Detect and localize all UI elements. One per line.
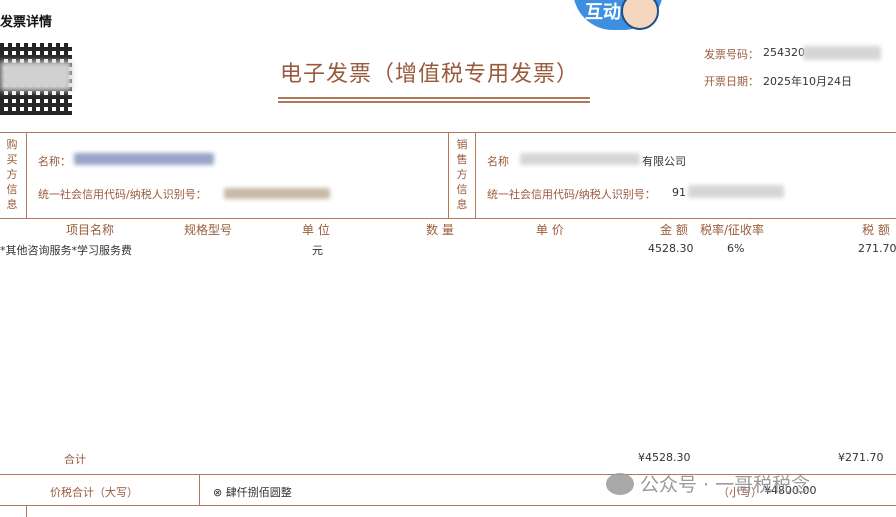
invoice-date-label: 开票日期： <box>704 75 759 88</box>
invoice-number-label: 发票号码： <box>704 48 759 61</box>
avatar-icon <box>621 0 659 30</box>
row-item-name: *其他咨询服务*学习服务费 <box>0 244 132 257</box>
col-unit: 单 位 <box>302 223 330 237</box>
promo-badge[interactable]: 互动 <box>573 0 663 30</box>
col-rate: 税率/征收率 <box>700 223 765 237</box>
total-amount: ¥4528.30 <box>638 451 691 464</box>
buyer-name-redaction <box>74 153 214 165</box>
invoice-number-redaction <box>803 46 881 60</box>
row-tax: 271.70 <box>858 242 896 255</box>
seller-tax-redaction <box>688 185 784 198</box>
col-qty: 数 量 <box>426 223 454 237</box>
grand-total-label: 价税合计（大写） <box>50 486 138 499</box>
page-title: 发票详情 <box>0 15 53 30</box>
seller-side-label: 销售方信息 <box>456 138 468 211</box>
row-rate: 6% <box>727 242 745 255</box>
invoice-date-value: 2025年10月24日 <box>763 75 852 88</box>
buyer-name-label: 名称： <box>38 155 71 168</box>
col-price: 单 价 <box>536 223 564 237</box>
total-tax: ¥271.70 <box>838 451 884 464</box>
seller-tax-label: 统一社会信用代码/纳税人识别号： <box>487 188 656 201</box>
badge-text: 互动 <box>585 2 621 23</box>
watermark: 公众号 · 一哥税税念 <box>606 470 810 497</box>
row-amount: 4528.30 <box>648 242 694 255</box>
buyer-tax-redaction <box>224 188 330 199</box>
total-label: 合计 <box>64 453 86 466</box>
buyer-side-label: 购买方信息 <box>6 138 18 211</box>
grand-total-upper-value: 肆仟捌佰圆整 <box>225 486 292 499</box>
circle-x-icon: ⊗ <box>213 486 223 499</box>
col-amount: 金 额 <box>660 223 688 237</box>
row-unit: 元 <box>312 244 323 257</box>
seller-tax-prefix: 91 <box>672 186 686 199</box>
wechat-icon <box>606 472 634 495</box>
col-item-name: 项目名称 <box>66 223 115 237</box>
seller-name-suffix: 有限公司 <box>642 155 686 168</box>
invoice-title: 电子发票（增值税专用发票） <box>280 62 580 87</box>
col-spec: 规格型号 <box>184 223 233 237</box>
watermark-text: 公众号 · 一哥税税念 <box>640 474 811 496</box>
seller-name-redaction <box>520 153 640 165</box>
invoice-number-value: 254320 <box>763 46 805 59</box>
seller-name-label: 名称 <box>487 155 509 168</box>
col-tax: 税 额 <box>862 223 890 237</box>
qr-code <box>0 43 72 115</box>
buyer-tax-label: 统一社会信用代码/纳税人识别号： <box>38 188 207 201</box>
grand-total-upper: ⊗ 肆仟捌佰圆整 <box>213 484 292 500</box>
